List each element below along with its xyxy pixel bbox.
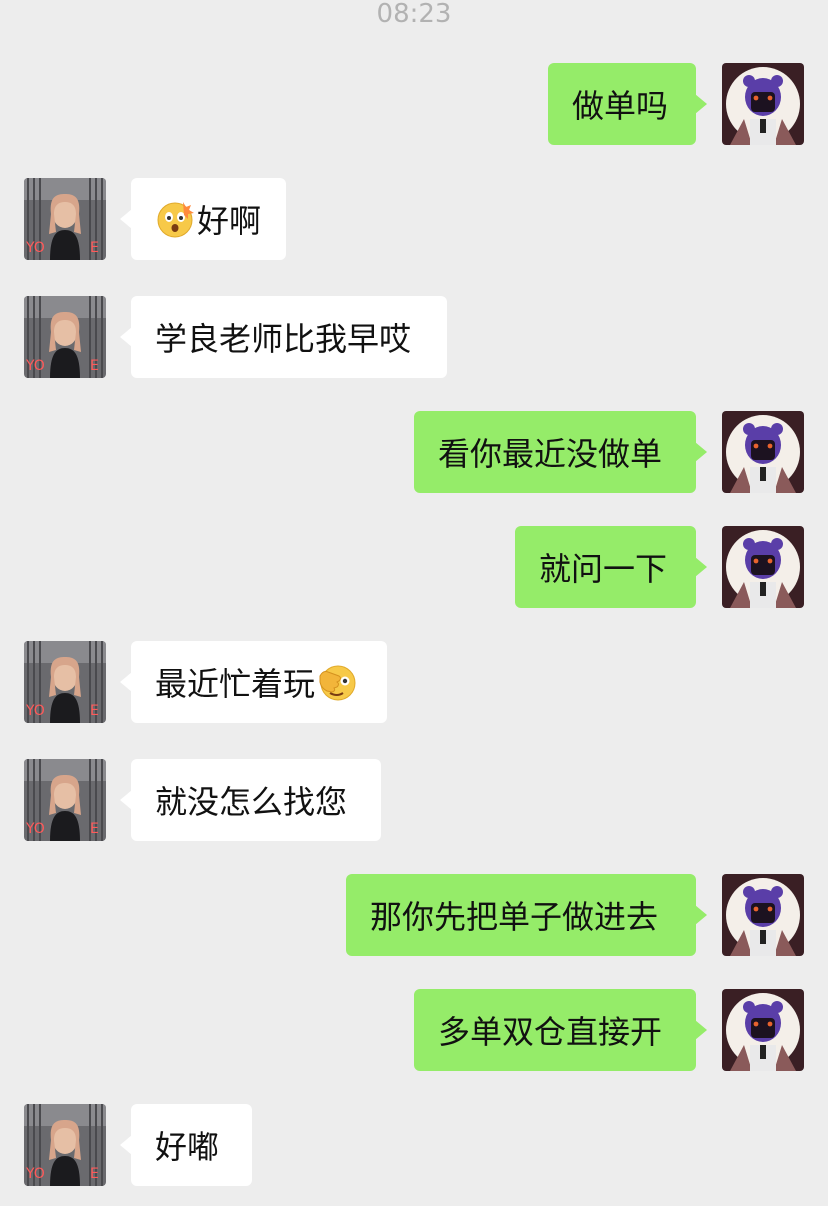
message-text: 就问一下 bbox=[539, 550, 668, 588]
girl-photo-icon: YO E bbox=[24, 296, 106, 378]
shocked-face-icon bbox=[155, 199, 195, 239]
message-text: 就没怎么找您 bbox=[155, 783, 348, 821]
message-row: YO E 好嘟 bbox=[0, 1104, 828, 1188]
bear-avatar-icon bbox=[722, 874, 804, 956]
self-avatar[interactable] bbox=[722, 989, 804, 1071]
message-text: 做单吗 bbox=[572, 87, 669, 125]
message-row: 做单吗 bbox=[0, 63, 828, 147]
received-message-bubble[interactable]: 就没怎么找您 bbox=[120, 759, 381, 841]
svg-text:E: E bbox=[90, 358, 99, 374]
self-avatar[interactable] bbox=[722, 411, 804, 493]
contact-avatar[interactable]: YO E bbox=[24, 641, 106, 723]
svg-text:E: E bbox=[90, 703, 99, 719]
girl-photo-icon: YO E bbox=[24, 759, 106, 841]
contact-avatar[interactable]: YO E bbox=[24, 178, 106, 260]
received-message-bubble[interactable]: 好啊 bbox=[120, 178, 286, 260]
message-text: 最近忙着玩 bbox=[155, 665, 316, 703]
self-avatar[interactable] bbox=[722, 63, 804, 145]
bear-avatar-icon bbox=[722, 63, 804, 145]
bear-avatar-icon bbox=[722, 411, 804, 493]
received-message-bubble[interactable]: 最近忙着玩 bbox=[120, 641, 387, 723]
message-text: 那你先把单子做进去 bbox=[370, 898, 659, 936]
message-text: 看你最近没做单 bbox=[438, 435, 663, 473]
message-row: 就问一下 bbox=[0, 526, 828, 610]
svg-text:YO: YO bbox=[25, 821, 45, 837]
svg-text:E: E bbox=[90, 1166, 99, 1182]
contact-avatar[interactable]: YO E bbox=[24, 1104, 106, 1186]
face-palm-icon bbox=[317, 662, 357, 702]
message-row: YO E 学良老师比我早哎 bbox=[0, 296, 828, 380]
svg-text:YO: YO bbox=[25, 358, 45, 374]
message-row: 多单双仓直接开 bbox=[0, 989, 828, 1073]
sent-message-bubble[interactable]: 看你最近没做单 bbox=[414, 411, 707, 493]
svg-text:YO: YO bbox=[25, 703, 45, 719]
received-message-bubble[interactable]: 学良老师比我早哎 bbox=[120, 296, 447, 378]
girl-photo-icon: YO E bbox=[24, 1104, 106, 1186]
contact-avatar[interactable]: YO E bbox=[24, 296, 106, 378]
sent-message-bubble[interactable]: 就问一下 bbox=[515, 526, 707, 608]
message-row: 那你先把单子做进去 bbox=[0, 874, 828, 958]
bear-avatar-icon bbox=[722, 989, 804, 1071]
message-text: 学良老师比我早哎 bbox=[155, 320, 412, 358]
message-text: 好啊 bbox=[197, 202, 262, 240]
sent-message-bubble[interactable]: 那你先把单子做进去 bbox=[346, 874, 707, 956]
received-message-bubble[interactable]: 好嘟 bbox=[120, 1104, 252, 1186]
svg-text:YO: YO bbox=[25, 1166, 45, 1182]
self-avatar[interactable] bbox=[722, 526, 804, 608]
sent-message-bubble[interactable]: 做单吗 bbox=[548, 63, 707, 145]
bear-avatar-icon bbox=[722, 526, 804, 608]
message-text: 好嘟 bbox=[155, 1128, 220, 1166]
message-row: YO E 最近忙着玩 bbox=[0, 641, 828, 725]
svg-text:E: E bbox=[90, 821, 99, 837]
message-row: YO E 就没怎么找您 bbox=[0, 759, 828, 843]
message-row: 看你最近没做单 bbox=[0, 411, 828, 495]
message-text: 多单双仓直接开 bbox=[438, 1013, 663, 1051]
girl-photo-icon: YO E bbox=[24, 178, 106, 260]
self-avatar[interactable] bbox=[722, 874, 804, 956]
message-row: YO E 好啊 bbox=[0, 178, 828, 262]
chat-timestamp: 08:23 bbox=[376, 0, 452, 29]
sent-message-bubble[interactable]: 多单双仓直接开 bbox=[414, 989, 707, 1071]
svg-text:YO: YO bbox=[25, 240, 45, 256]
contact-avatar[interactable]: YO E bbox=[24, 759, 106, 841]
girl-photo-icon: YO E bbox=[24, 641, 106, 723]
svg-text:E: E bbox=[90, 240, 99, 256]
